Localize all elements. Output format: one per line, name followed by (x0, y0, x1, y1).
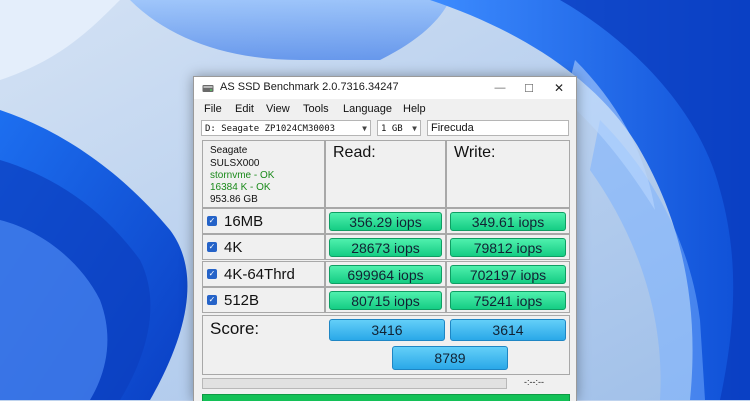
read-result-512b: 80715 iops (329, 291, 442, 310)
read-result-16mb: 356.29 iops (329, 212, 442, 231)
menu-edit[interactable]: Edit (235, 103, 254, 115)
test-label: 512B (224, 292, 260, 309)
score-panel: Score: 3416 3614 8789 (202, 315, 570, 375)
test-row-4k-64thrd[interactable]: ✓ 4K-64Thrd (202, 261, 325, 287)
menu-help[interactable]: Help (403, 103, 426, 115)
drive-capacity: 953.86 GB (210, 194, 258, 205)
menu-tools[interactable]: Tools (303, 103, 329, 115)
checkbox-checked-icon[interactable]: ✓ (207, 242, 217, 252)
read-result-cell: 28673 iops (325, 234, 446, 260)
read-column-header: Read: (325, 140, 446, 208)
write-result-512b: 75241 iops (450, 291, 566, 310)
chevron-down-icon: ▼ (362, 124, 367, 133)
write-result-cell: 349.61 iops (446, 208, 570, 234)
test-row-512b[interactable]: ✓ 512B (202, 287, 325, 313)
close-button[interactable]: ✕ (544, 77, 574, 99)
maximize-button[interactable]: ☐ (514, 77, 544, 99)
window-title: AS SSD Benchmark 2.0.7316.34247 (220, 81, 399, 93)
disk-drive-icon (202, 85, 214, 92)
write-result-4k: 79812 iops (450, 238, 566, 257)
menu-bar: File Edit View Tools Language Help (194, 100, 576, 119)
checkbox-checked-icon[interactable]: ✓ (207, 216, 217, 226)
write-column-header: Write: (446, 140, 570, 208)
write-result-4k-64thrd: 702197 iops (450, 265, 566, 284)
drive-select-value: D: Seagate ZP1024CM30003 (205, 124, 336, 134)
test-size-value: 1 GB (381, 124, 403, 134)
checkbox-checked-icon[interactable]: ✓ (207, 295, 217, 305)
test-row-4k[interactable]: ✓ 4K (202, 234, 325, 260)
title-bar[interactable]: AS SSD Benchmark 2.0.7316.34247 — ☐ ✕ (194, 77, 576, 99)
test-label: 4K-64Thrd (224, 266, 295, 283)
driver-status: stornvme - OK (210, 170, 275, 181)
drive-info-panel: Seagate SULSX000 stornvme - OK 16384 K -… (202, 140, 325, 208)
write-result-cell: 702197 iops (446, 261, 570, 287)
drive-vendor: Seagate (210, 145, 248, 156)
write-result-cell: 79812 iops (446, 234, 570, 260)
menu-file[interactable]: File (204, 103, 222, 115)
drive-firmware: SULSX000 (210, 158, 260, 169)
elapsed-time: -:--:-- (524, 377, 544, 387)
progress-bar (202, 378, 507, 389)
write-result-16mb: 349.61 iops (450, 212, 566, 231)
drive-name-input[interactable]: Firecuda (427, 120, 569, 136)
score-label: Score: (210, 319, 260, 338)
test-size-select[interactable]: 1 GB ▼ (377, 120, 421, 136)
menu-language[interactable]: Language (343, 103, 392, 115)
chevron-down-icon: ▼ (412, 124, 417, 133)
write-result-cell: 75241 iops (446, 287, 570, 313)
read-header-label: Read: (333, 144, 376, 161)
test-row-16mb[interactable]: ✓ 16MB (202, 208, 325, 234)
minimize-button[interactable]: — (485, 77, 515, 99)
read-result-cell: 80715 iops (325, 287, 446, 313)
read-result-cell: 699964 iops (325, 261, 446, 287)
drive-select[interactable]: D: Seagate ZP1024CM30003 ▼ (201, 120, 371, 136)
write-score: 3614 (450, 319, 566, 341)
benchmark-window: AS SSD Benchmark 2.0.7316.34247 — ☐ ✕ Fi… (193, 76, 577, 401)
read-result-4k-64thrd: 699964 iops (329, 265, 442, 284)
alignment-status: 16384 K - OK (210, 182, 271, 193)
menu-view[interactable]: View (266, 103, 290, 115)
test-label: 16MB (224, 213, 264, 230)
test-label: 4K (224, 239, 243, 256)
checkbox-checked-icon[interactable]: ✓ (207, 269, 217, 279)
read-result-cell: 356.29 iops (325, 208, 446, 234)
read-result-4k: 28673 iops (329, 238, 442, 257)
write-header-label: Write: (454, 144, 496, 161)
read-score: 3416 (329, 319, 445, 341)
total-score: 8789 (392, 346, 508, 370)
